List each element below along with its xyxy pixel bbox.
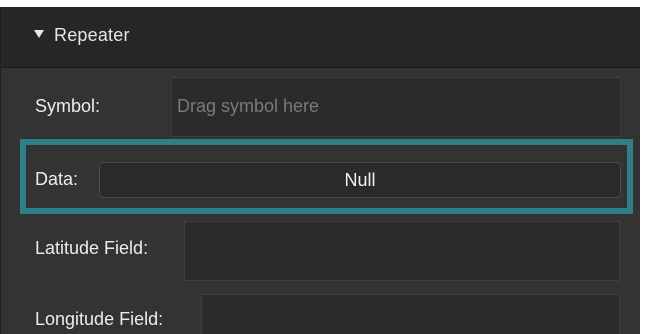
symbol-placeholder: Drag symbol here: [177, 96, 320, 116]
repeater-panel: Repeater Symbol: Drag symbol here Data: …: [0, 7, 641, 334]
caret-down-icon[interactable]: [34, 30, 44, 38]
longitude-field[interactable]: [201, 294, 620, 334]
latitude-label: Latitude Field:: [35, 238, 149, 258]
inspector-window: Repeater Symbol: Drag symbol here Data: …: [0, 0, 650, 334]
window-margin: [640, 7, 650, 334]
latitude-field[interactable]: [184, 221, 620, 281]
longitude-label: Longitude Field:: [35, 309, 164, 329]
symbol-label: Symbol:: [35, 96, 101, 116]
symbol-drop-field[interactable]: Drag symbol here: [171, 77, 621, 137]
data-label: Data:: [35, 169, 79, 189]
panel-header[interactable]: Repeater: [1, 7, 641, 68]
panel-title: Repeater: [54, 25, 130, 45]
data-select-button[interactable]: Null: [99, 162, 621, 198]
